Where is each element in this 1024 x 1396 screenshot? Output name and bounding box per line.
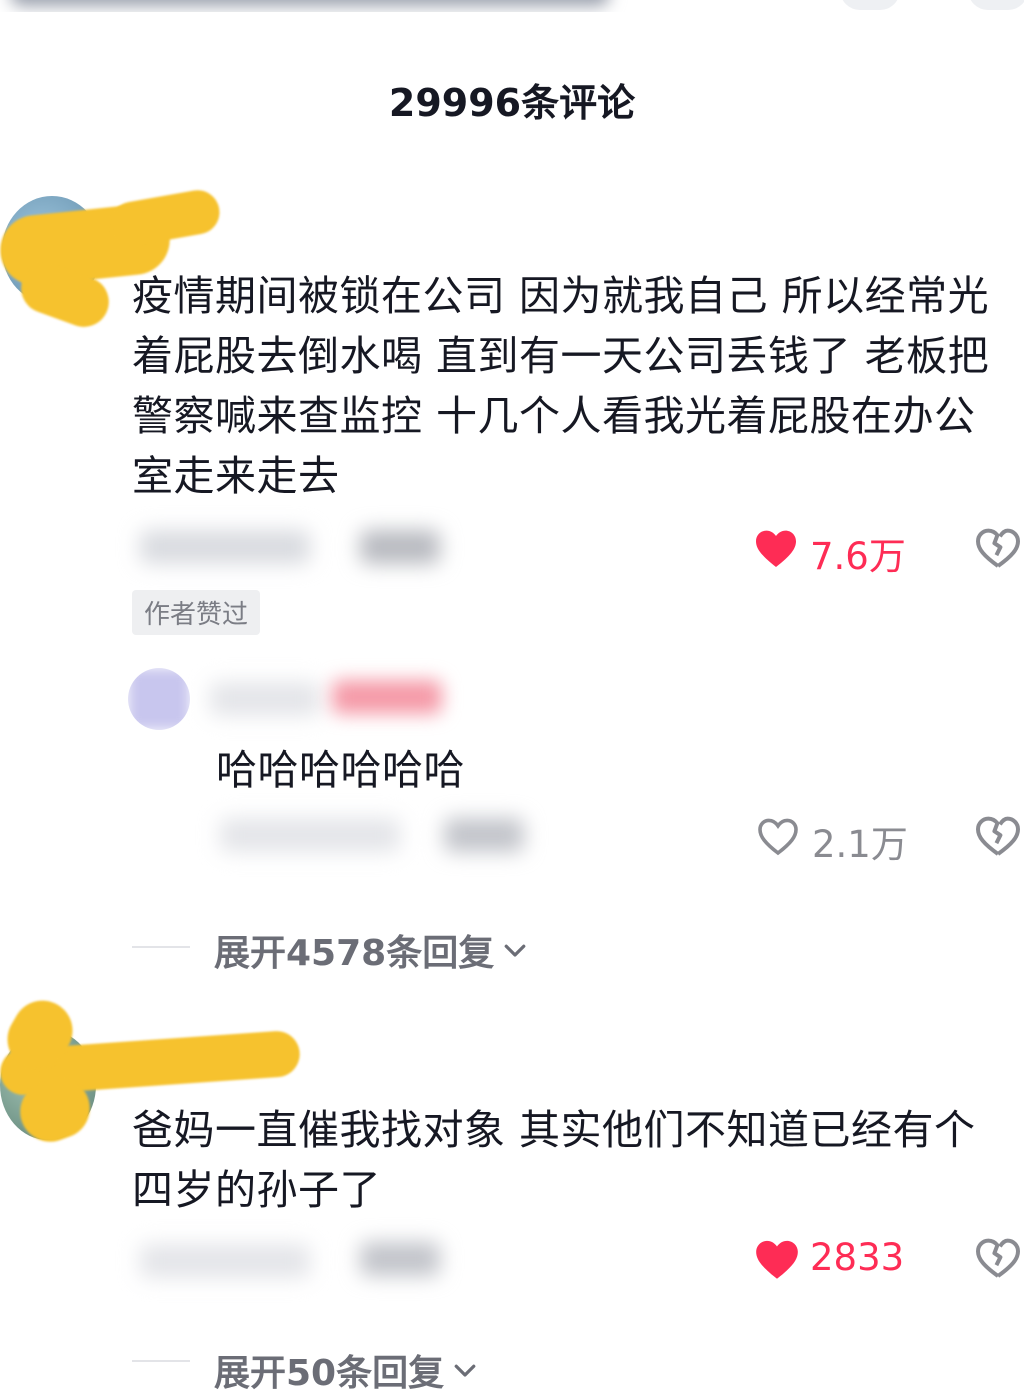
reply-button[interactable]	[360, 530, 440, 564]
reply-date-blurred	[220, 818, 400, 852]
heart-filled-icon[interactable]	[752, 1234, 802, 1284]
reply-like-count: 2.1万	[812, 823, 908, 866]
expand-divider	[132, 946, 190, 948]
broken-heart-icon[interactable]	[974, 812, 1022, 860]
comment-date-blurred	[140, 530, 310, 564]
comment-text: 疫情期间被锁在公司 因为就我自己 所以经常光着屁股去倒水喝 直到有一天公司丢钱了…	[132, 272, 990, 500]
page-title: 29996条评论	[388, 81, 636, 125]
top-button[interactable]	[840, 0, 900, 10]
broken-heart-icon[interactable]	[974, 524, 1022, 572]
broken-heart-icon[interactable]	[974, 1234, 1022, 1282]
expand-replies-button[interactable]: 展开50条回复	[214, 1344, 480, 1396]
blurred-header-text	[10, 0, 610, 6]
chevron-down-icon	[500, 935, 530, 965]
reply-author-tag-blurred	[332, 680, 442, 714]
expand-replies-label: 展开50条回复	[214, 1353, 445, 1394]
redaction-scribble	[107, 186, 223, 250]
reply-avatar[interactable]	[128, 668, 190, 730]
expand-replies-label: 展开4578条回复	[214, 933, 495, 974]
like-count: 7.6万	[810, 535, 906, 578]
like-count: 2833	[810, 1236, 905, 1279]
heart-filled-icon[interactable]	[752, 524, 800, 572]
reply-text: 哈哈哈哈哈哈	[216, 746, 465, 794]
comment-text: 爸妈一直催我找对象 其实他们不知道已经有个四岁的孙子了	[132, 1106, 976, 1214]
comment-date-blurred	[140, 1244, 310, 1278]
top-status-strip	[0, 0, 1024, 12]
chevron-down-icon	[450, 1355, 480, 1385]
close-button[interactable]	[968, 0, 1024, 10]
author-liked-badge: 作者赞过	[132, 590, 261, 635]
expand-divider	[132, 1360, 190, 1362]
reply-username-blurred[interactable]	[210, 682, 320, 716]
reply-reply-button[interactable]	[444, 818, 524, 852]
heart-outline-icon[interactable]	[754, 812, 802, 860]
reply-button[interactable]	[360, 1242, 440, 1276]
expand-replies-button[interactable]: 展开4578条回复	[214, 924, 530, 976]
